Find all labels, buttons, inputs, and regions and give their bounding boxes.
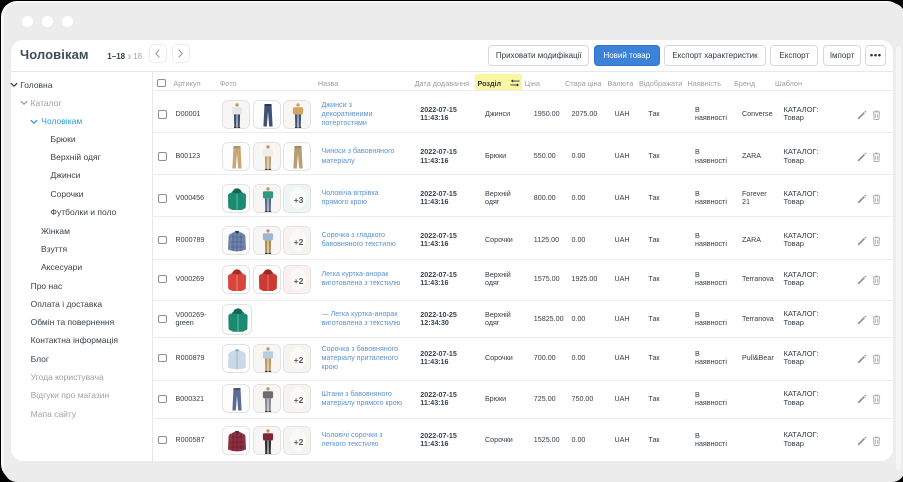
svg-text:+2: +2 [294, 437, 304, 447]
svg-text:+3: +3 [294, 195, 304, 205]
svg-text:+2: +2 [294, 276, 304, 286]
svg-text:+2: +2 [294, 355, 304, 365]
svg-text:+2: +2 [294, 395, 304, 405]
svg-text:+2: +2 [294, 237, 304, 247]
